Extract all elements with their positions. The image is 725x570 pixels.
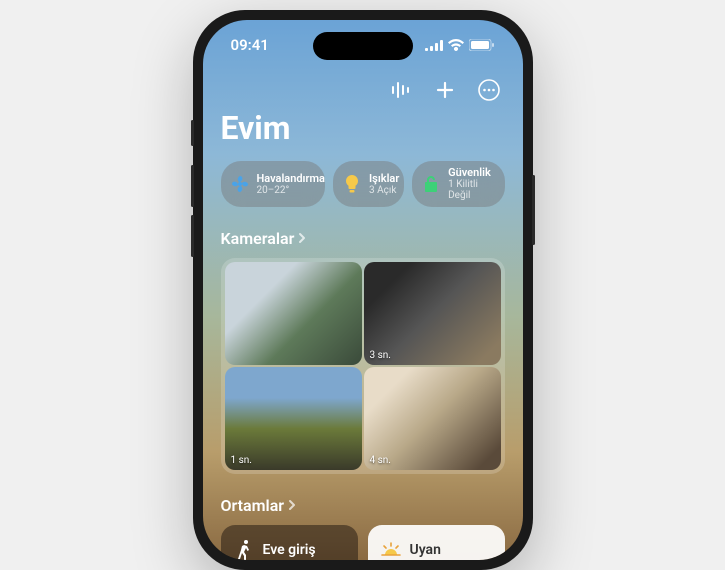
- silent-switch: [191, 120, 194, 146]
- app-content: Evim Havalandırma 20–22° I: [203, 75, 523, 560]
- section-title: Kameralar: [221, 229, 295, 248]
- volume-up-button: [191, 165, 194, 207]
- fan-icon: [229, 173, 251, 195]
- chip-lights[interactable]: Işıklar 3 Açık: [333, 161, 404, 207]
- chip-sub: 3 Açık: [369, 185, 399, 196]
- chip-sub: 1 Kilitli Değil: [448, 179, 492, 201]
- chip-text: Güvenlik 1 Kilitli Değil: [448, 167, 492, 201]
- section-scenes[interactable]: Ortamlar: [221, 496, 505, 515]
- volume-down-button: [191, 215, 194, 257]
- camera-tile[interactable]: 4 sn.: [364, 367, 501, 470]
- dynamic-island: [313, 32, 413, 60]
- sunrise-icon: [380, 539, 402, 560]
- bulb-icon: [341, 173, 363, 195]
- camera-badge: 1 sn.: [231, 455, 252, 466]
- camera-grid: 3 sn. 1 sn. 4 sn.: [221, 258, 505, 474]
- header-actions: [221, 75, 505, 105]
- chevron-right-icon: [298, 229, 306, 248]
- side-button: [532, 175, 535, 245]
- section-title: Ortamlar: [221, 496, 285, 515]
- battery-icon: [469, 39, 495, 51]
- scene-row: Eve giriş Uyan: [221, 525, 505, 560]
- wifi-icon: [448, 39, 464, 51]
- camera-tile[interactable]: 3 sn.: [364, 262, 501, 365]
- scene-wake[interactable]: Uyan: [368, 525, 505, 560]
- camera-badge: 4 sn.: [370, 455, 391, 466]
- add-icon[interactable]: [433, 78, 457, 102]
- chip-text: Havalandırma 20–22°: [257, 173, 325, 196]
- more-icon[interactable]: [477, 78, 501, 102]
- chip-label: Havalandırma: [257, 173, 325, 185]
- scene-arrive-home[interactable]: Eve giriş: [221, 525, 358, 560]
- status-chips: Havalandırma 20–22° Işıklar 3 Açık: [221, 161, 505, 207]
- walk-icon: [233, 539, 255, 560]
- chip-sub: 20–22°: [257, 185, 325, 196]
- chip-label: Işıklar: [369, 173, 399, 185]
- scene-label: Eve giriş: [263, 542, 316, 558]
- chip-security[interactable]: Güvenlik 1 Kilitli Değil: [412, 161, 504, 207]
- status-right: [425, 39, 495, 51]
- camera-tile[interactable]: [225, 262, 362, 365]
- phone-frame: 09:41: [193, 10, 533, 570]
- section-cameras[interactable]: Kameralar: [221, 229, 505, 248]
- intercom-icon[interactable]: [389, 78, 413, 102]
- page-title: Evim: [221, 109, 505, 147]
- camera-tile[interactable]: 1 sn.: [225, 367, 362, 470]
- cellular-icon: [425, 40, 443, 51]
- lock-icon: [420, 173, 442, 195]
- chip-text: Işıklar 3 Açık: [369, 173, 399, 196]
- scene-label: Uyan: [410, 542, 441, 558]
- chevron-right-icon: [288, 496, 296, 515]
- phone-screen: 09:41: [203, 20, 523, 560]
- chip-climate[interactable]: Havalandırma 20–22°: [221, 161, 326, 207]
- status-time: 09:41: [231, 36, 269, 54]
- chip-label: Güvenlik: [448, 167, 492, 179]
- camera-badge: 3 sn.: [370, 350, 391, 361]
